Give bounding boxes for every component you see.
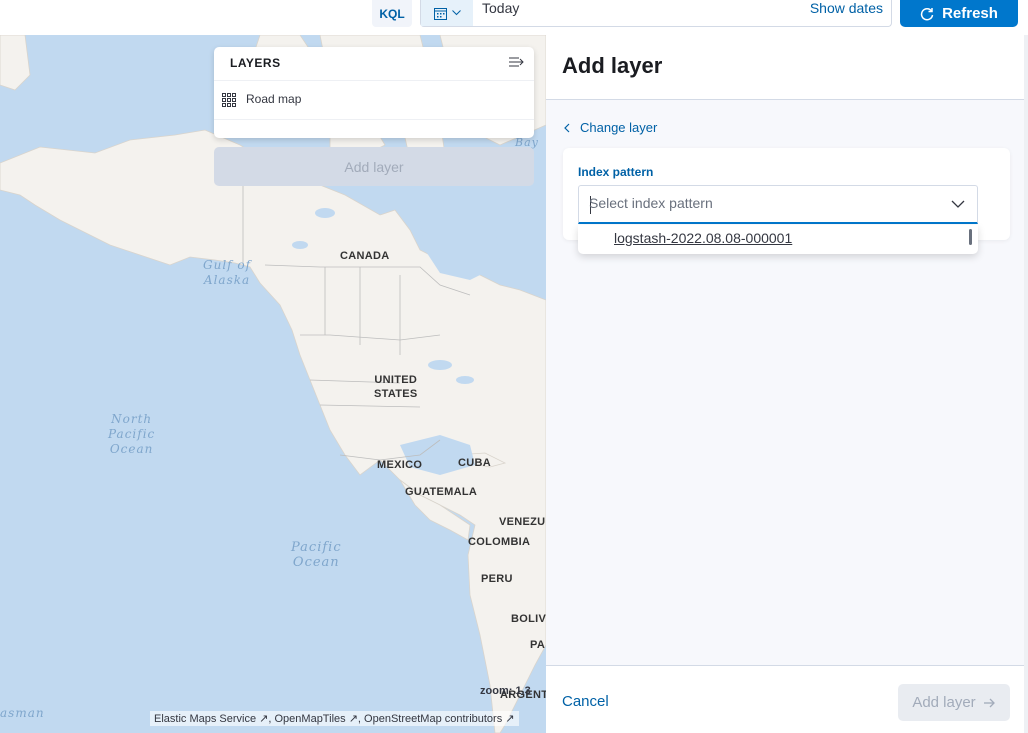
query-bar: KQL Today Show dates Refresh bbox=[0, 0, 1028, 35]
map-label-north-pacific: North Pacific Ocean bbox=[108, 412, 156, 456]
dropdown-option[interactable]: logstash-2022.08.08-000001 bbox=[614, 230, 792, 246]
arrow-right-icon bbox=[983, 698, 995, 707]
date-picker: Today Show dates bbox=[420, 0, 892, 27]
flyout-footer: Cancel Add layer bbox=[546, 665, 1028, 733]
map-attribution: Elastic Maps Service ↗, OpenMapTiles ↗, … bbox=[150, 711, 519, 726]
layer-name: Road map bbox=[246, 92, 302, 106]
change-layer-label: Change layer bbox=[580, 120, 658, 135]
attribution-omt-link[interactable]: OpenMapTiles bbox=[275, 713, 346, 725]
quick-select-button[interactable] bbox=[421, 0, 473, 26]
collapse-panel-icon[interactable] bbox=[508, 54, 526, 70]
index-pattern-combobox[interactable] bbox=[578, 185, 978, 224]
index-pattern-label: Index pattern bbox=[578, 165, 654, 179]
map-label-venezuela: VENEZUE bbox=[499, 516, 546, 528]
date-range-text[interactable]: Today bbox=[482, 0, 519, 16]
map-label-pacific-ocean: Pacific Ocean bbox=[291, 540, 342, 570]
map-label-cuba: CUBA bbox=[458, 457, 491, 469]
grid-icon bbox=[222, 93, 236, 107]
map-canvas[interactable]: CANADA UNITED STATES MEXICO CUBA GUATEMA… bbox=[0, 35, 546, 733]
add-layer-button[interactable]: Add layer bbox=[898, 684, 1010, 721]
index-pattern-input[interactable] bbox=[589, 195, 929, 211]
map-label-guatemala: GUATEMALA bbox=[405, 486, 478, 498]
add-layer-button-label: Add layer bbox=[912, 694, 976, 711]
refresh-label: Refresh bbox=[942, 5, 998, 22]
map-label-tasman: asman bbox=[0, 706, 45, 720]
add-layer-flyout: Add layer Change layer Index pattern log… bbox=[546, 35, 1028, 733]
chevron-down-icon bbox=[451, 10, 461, 16]
map-label-colombia: COLOMBIA bbox=[468, 536, 531, 548]
flyout-title: Add layer bbox=[562, 53, 663, 78]
map-label-bolivia: BOLIV bbox=[511, 613, 546, 625]
calendar-icon bbox=[433, 7, 447, 20]
zoom-readout: zoom: 1.3 bbox=[480, 685, 531, 697]
cancel-button[interactable]: Cancel bbox=[562, 693, 609, 710]
flyout-body: Change layer Index pattern bbox=[546, 100, 1028, 665]
map-label-gulf-of-alaska: Gulf of Alaska bbox=[203, 258, 252, 287]
external-link-icon: ↗ bbox=[348, 713, 358, 725]
attribution-osm-link[interactable]: OpenStreetMap contributors bbox=[364, 713, 502, 725]
index-pattern-dropdown: logstash-2022.08.08-000001 bbox=[578, 225, 978, 254]
chevron-down-icon[interactable] bbox=[951, 199, 965, 209]
chevron-left-icon bbox=[564, 123, 570, 132]
refresh-icon bbox=[920, 7, 934, 20]
layer-item[interactable]: Road map bbox=[214, 80, 534, 120]
external-link-icon: ↗ bbox=[505, 713, 515, 725]
map-label-mexico: MEXICO bbox=[377, 459, 423, 471]
layers-title: LAYERS bbox=[230, 56, 281, 70]
map-label-paraguay: PA bbox=[530, 639, 546, 651]
map-label-peru: PERU bbox=[481, 573, 513, 585]
query-language-button[interactable]: KQL bbox=[372, 0, 412, 27]
change-layer-link[interactable]: Change layer bbox=[564, 120, 657, 135]
map-label-united-states: UNITED STATES bbox=[374, 374, 418, 400]
page-scrollbar[interactable] bbox=[1024, 35, 1028, 733]
external-link-icon: ↗ bbox=[259, 713, 269, 725]
attribution-ems-link[interactable]: Elastic Maps Service bbox=[154, 713, 256, 725]
layer-control-panel: LAYERS Road map bbox=[214, 47, 534, 138]
map-label-canada: CANADA bbox=[340, 250, 390, 262]
add-layer-map-button[interactable]: Add layer bbox=[214, 147, 534, 186]
dropdown-scrollbar[interactable] bbox=[969, 229, 972, 245]
refresh-button[interactable]: Refresh bbox=[900, 0, 1018, 27]
basemap bbox=[0, 35, 546, 733]
show-dates-button[interactable]: Show dates bbox=[810, 0, 883, 16]
